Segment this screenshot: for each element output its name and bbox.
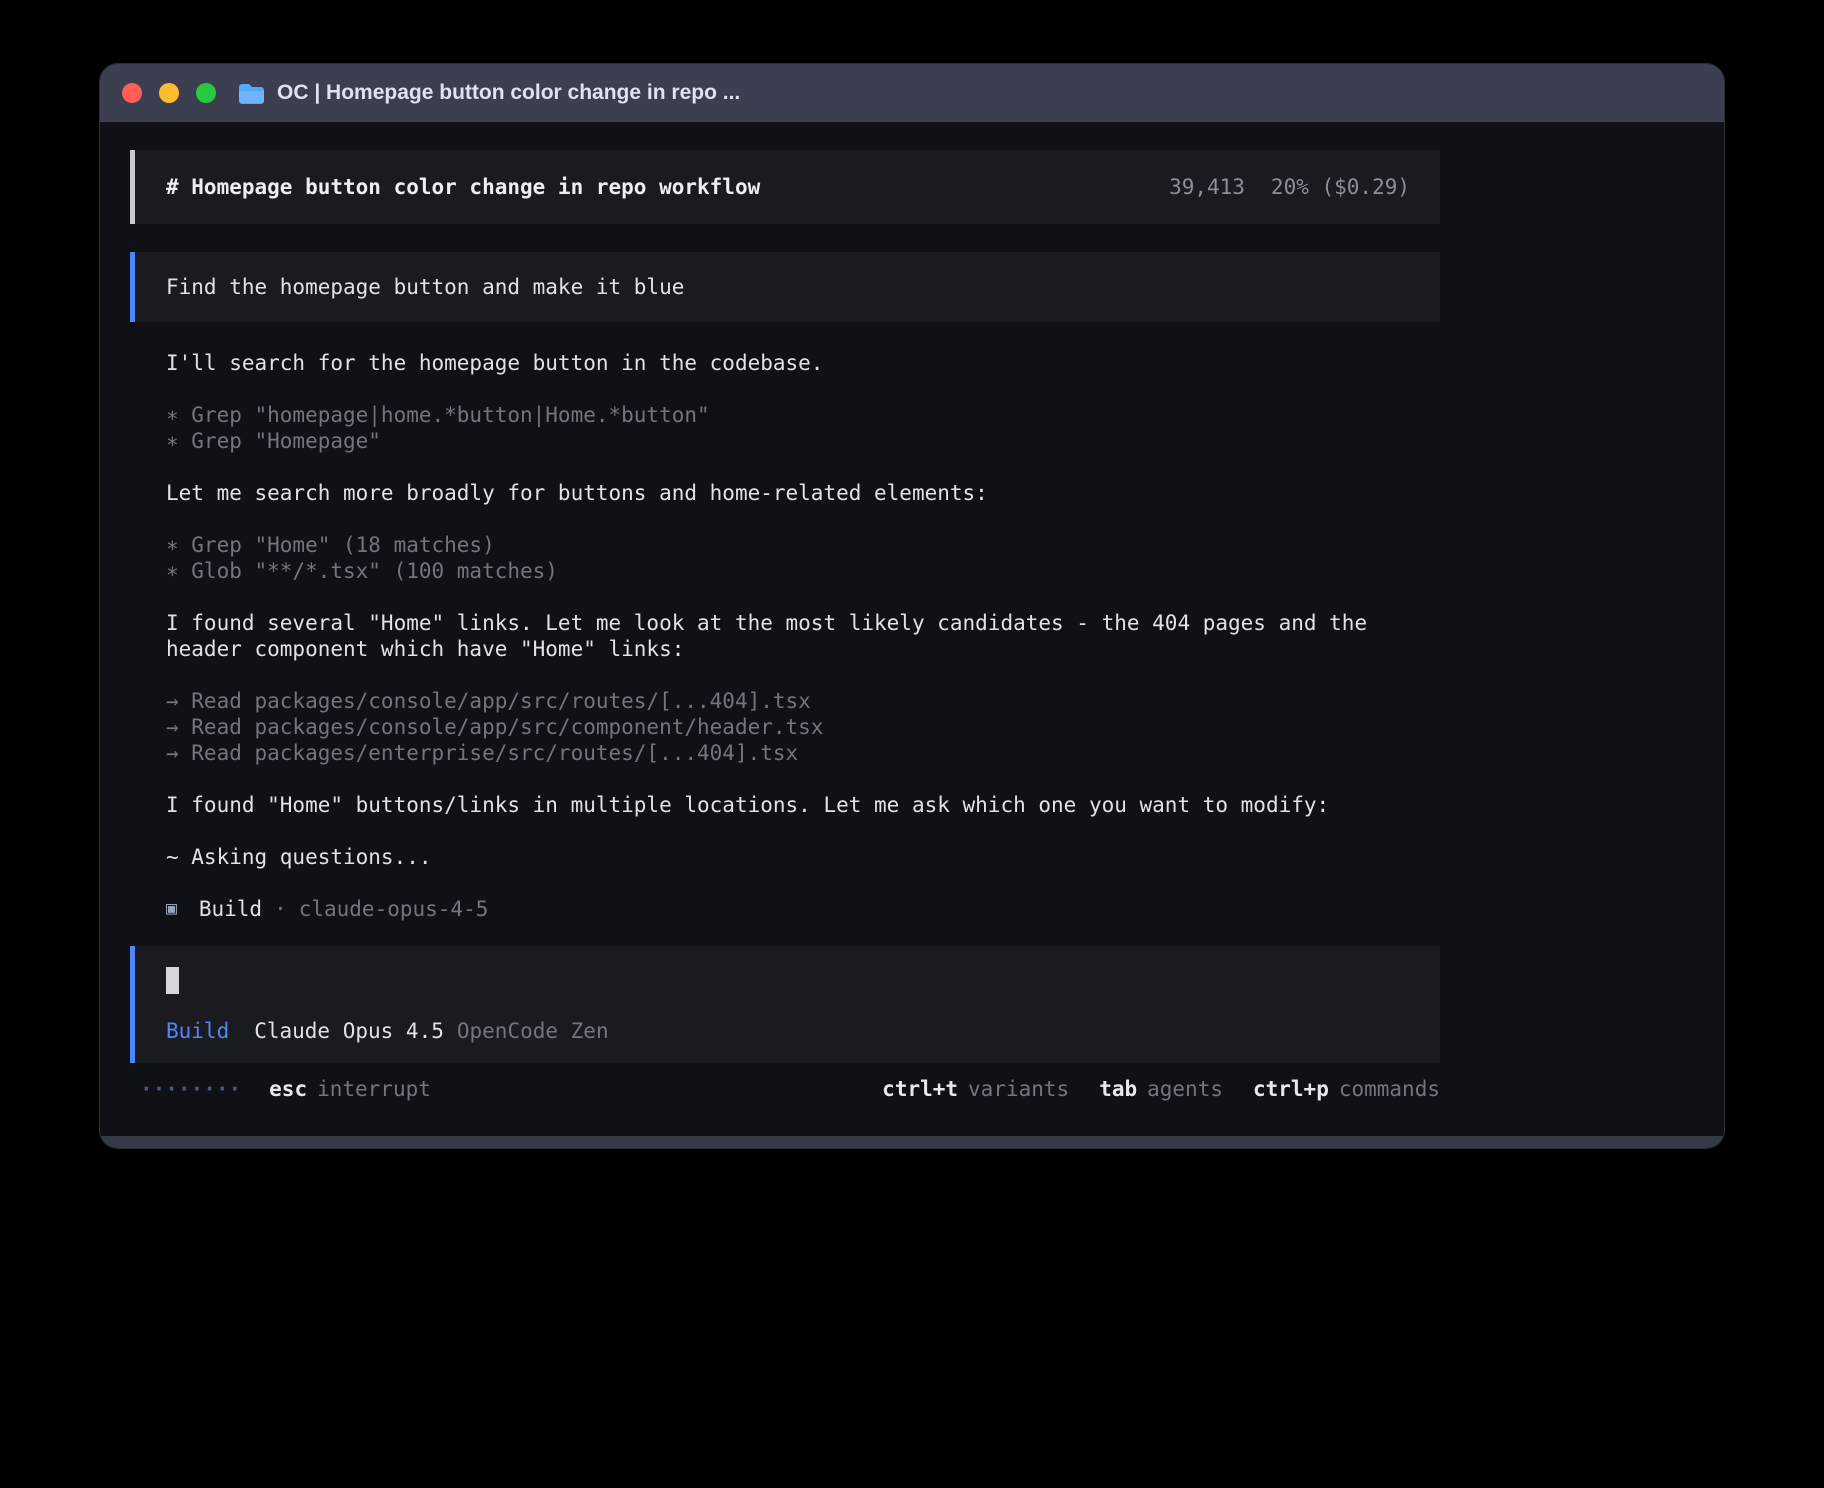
folder-icon	[238, 83, 265, 104]
user-message: Find the homepage button and make it blu…	[130, 252, 1440, 322]
provider-name: OpenCode Zen	[457, 1019, 609, 1043]
statusbar-left: ········ esc interrupt	[130, 1077, 431, 1101]
session-stats: 39,413 20% ($0.29)	[1169, 175, 1410, 199]
interrupt-hint: esc interrupt	[269, 1077, 431, 1101]
close-button[interactable]	[122, 83, 142, 103]
agents-hint: tab agents	[1099, 1077, 1223, 1101]
commands-label: commands	[1339, 1077, 1440, 1101]
tool-call-read: → Read packages/console/app/src/routes/[…	[166, 688, 1440, 714]
assistant-text: I found several "Home" links. Let me loo…	[166, 610, 1440, 662]
variants-label: variants	[968, 1077, 1069, 1101]
terminal-content: # Homepage button color change in repo w…	[130, 122, 1440, 1101]
agent-name: Build	[199, 896, 262, 922]
user-message-text: Find the homepage button and make it blu…	[166, 275, 684, 299]
session-header: # Homepage button color change in repo w…	[130, 150, 1440, 224]
input-mode-line: Build Claude Opus 4.5 OpenCode Zen	[166, 1019, 1410, 1043]
tool-call-glob: ∗ Glob "**/*.tsx" (100 matches)	[166, 558, 1440, 584]
session-title: # Homepage button color change in repo w…	[166, 175, 760, 199]
tool-call-grep: ∗ Grep "Home" (18 matches)	[166, 532, 1440, 558]
assistant-text: I found "Home" buttons/links in multiple…	[166, 792, 1440, 818]
maximize-button[interactable]	[196, 83, 216, 103]
agents-label: agents	[1147, 1077, 1223, 1101]
statusbar: ········ esc interrupt ctrl+t variants t…	[130, 1077, 1440, 1101]
token-count: 39,413	[1169, 175, 1245, 199]
transcript: I'll search for the homepage button in t…	[130, 350, 1440, 922]
minimize-button[interactable]	[159, 83, 179, 103]
text-cursor	[166, 967, 179, 994]
interrupt-key: esc	[269, 1077, 307, 1101]
model-name: Claude Opus 4.5	[254, 1019, 444, 1043]
agent-square-icon: ▣	[166, 896, 177, 922]
commands-hint: ctrl+p commands	[1253, 1077, 1440, 1101]
mode-name[interactable]: Build	[166, 1019, 229, 1043]
working-status: ~ Asking questions...	[166, 844, 1440, 870]
assistant-text: Let me search more broadly for buttons a…	[166, 480, 1440, 506]
prompt-input[interactable]: Build Claude Opus 4.5 OpenCode Zen	[130, 946, 1440, 1063]
terminal-window: OC | Homepage button color change in rep…	[100, 64, 1724, 1148]
agents-key: tab	[1099, 1077, 1137, 1101]
window-title: OC | Homepage button color change in rep…	[277, 81, 740, 105]
agent-model: claude-opus-4-5	[299, 896, 489, 922]
traffic-lights	[122, 83, 216, 103]
commands-key: ctrl+p	[1253, 1077, 1329, 1101]
tool-call-grep: ∗ Grep "homepage|home.*button|Home.*butt…	[166, 402, 1440, 428]
activity-dots: ········	[140, 1077, 241, 1101]
variants-key: ctrl+t	[882, 1077, 958, 1101]
titlebar[interactable]: OC | Homepage button color change in rep…	[100, 64, 1724, 122]
variants-hint: ctrl+t variants	[882, 1077, 1069, 1101]
interrupt-label: interrupt	[317, 1077, 431, 1101]
statusbar-right: ctrl+t variants tab agents ctrl+p comman…	[852, 1077, 1440, 1101]
tool-call-read: → Read packages/console/app/src/componen…	[166, 714, 1440, 740]
agent-line: ▣ Build · claude-opus-4-5	[166, 896, 1440, 922]
context-cost: 20% ($0.29)	[1271, 175, 1410, 199]
agent-separator: ·	[274, 896, 287, 922]
assistant-text: I'll search for the homepage button in t…	[166, 350, 1440, 376]
tool-call-read: → Read packages/enterprise/src/routes/[.…	[166, 740, 1440, 766]
tool-call-grep: ∗ Grep "Homepage"	[166, 428, 1440, 454]
